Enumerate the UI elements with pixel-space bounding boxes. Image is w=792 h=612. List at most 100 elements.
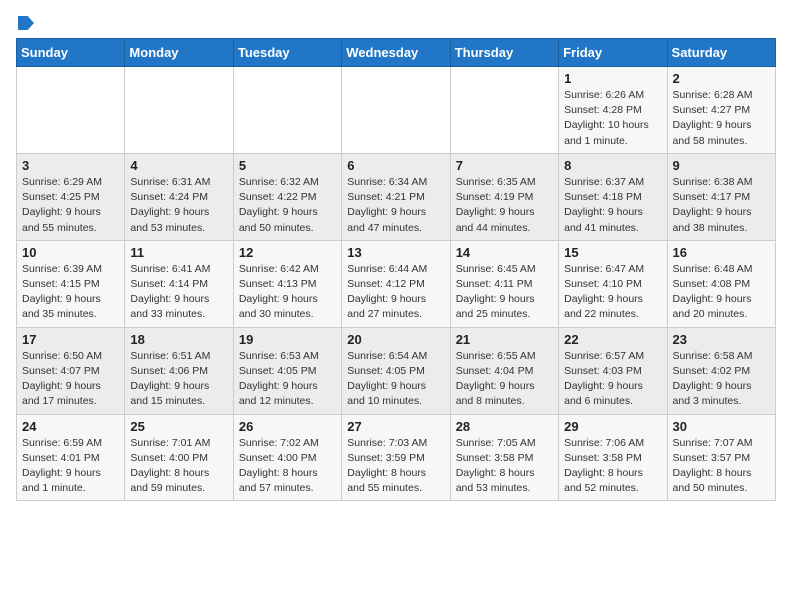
calendar-table: SundayMondayTuesdayWednesdayThursdayFrid… [16,38,776,501]
day-info: Sunrise: 6:48 AM Sunset: 4:08 PM Dayligh… [673,262,770,323]
day-number: 7 [456,158,553,173]
calendar-week-row: 24 Sunrise: 6:59 AM Sunset: 4:01 PM Dayli… [17,414,776,501]
day-info: Sunrise: 7:01 AM Sunset: 4:00 PM Dayligh… [130,436,227,497]
day-number: 24 [22,419,119,434]
day-number: 25 [130,419,227,434]
day-number: 1 [564,71,661,86]
calendar-cell: 5 Sunrise: 6:32 AM Sunset: 4:22 PM Daylig… [233,153,341,240]
calendar-cell: 22Sunrise: 6:57 AM Sunset: 4:03 PM Dayli… [559,327,667,414]
day-info: Sunrise: 7:03 AM Sunset: 3:59 PM Dayligh… [347,436,444,497]
calendar-header: SundayMondayTuesdayWednesdayThursdayFrid… [17,39,776,67]
day-number: 20 [347,332,444,347]
calendar-cell: 6 Sunrise: 6:34 AM Sunset: 4:21 PM Daylig… [342,153,450,240]
calendar-cell: 19 Sunrise: 6:53 AM Sunset: 4:05 PM Dayli… [233,327,341,414]
day-info: Sunrise: 6:57 AM Sunset: 4:03 PM Dayligh… [564,349,661,410]
calendar-cell: 23 Sunrise: 6:58 AM Sunset: 4:02 PM Dayli… [667,327,775,414]
day-info: Sunrise: 6:37 AM Sunset: 4:18 PM Dayligh… [564,175,661,236]
weekday-header: Sunday [17,39,125,67]
logo-icon [18,16,34,30]
day-number: 28 [456,419,553,434]
calendar-cell: 17 Sunrise: 6:50 AM Sunset: 4:07 PM Dayli… [17,327,125,414]
day-info: Sunrise: 6:34 AM Sunset: 4:21 PM Dayligh… [347,175,444,236]
calendar-cell: 7 Sunrise: 6:35 AM Sunset: 4:19 PM Daylig… [450,153,558,240]
day-info: Sunrise: 6:59 AM Sunset: 4:01 PM Dayligh… [22,436,119,497]
day-number: 13 [347,245,444,260]
calendar-cell: 1 Sunrise: 6:26 AM Sunset: 4:28 PM Daylig… [559,67,667,154]
calendar-cell: 15 Sunrise: 6:47 AM Sunset: 4:10 PM Dayli… [559,240,667,327]
day-number: 5 [239,158,336,173]
weekday-header: Wednesday [342,39,450,67]
day-info: Sunrise: 6:29 AM Sunset: 4:25 PM Dayligh… [22,175,119,236]
calendar-cell [233,67,341,154]
day-info: Sunrise: 6:28 AM Sunset: 4:27 PM Dayligh… [673,88,770,149]
weekday-header: Thursday [450,39,558,67]
day-number: 14 [456,245,553,260]
day-number: 21 [456,332,553,347]
day-number: 23 [673,332,770,347]
calendar-cell: 24 Sunrise: 6:59 AM Sunset: 4:01 PM Dayli… [17,414,125,501]
calendar-cell: 13 Sunrise: 6:44 AM Sunset: 4:12 PM Dayli… [342,240,450,327]
calendar-cell: 28 Sunrise: 7:05 AM Sunset: 3:58 PM Dayli… [450,414,558,501]
logo [16,16,34,30]
calendar-cell: 25 Sunrise: 7:01 AM Sunset: 4:00 PM Dayli… [125,414,233,501]
calendar-cell: 12Sunrise: 6:42 AM Sunset: 4:13 PM Dayli… [233,240,341,327]
day-number: 30 [673,419,770,434]
day-number: 29 [564,419,661,434]
day-info: Sunrise: 6:55 AM Sunset: 4:04 PM Dayligh… [456,349,553,410]
day-number: 4 [130,158,227,173]
day-info: Sunrise: 6:44 AM Sunset: 4:12 PM Dayligh… [347,262,444,323]
calendar-cell: 4Sunrise: 6:31 AM Sunset: 4:24 PM Daylig… [125,153,233,240]
day-info: Sunrise: 7:06 AM Sunset: 3:58 PM Dayligh… [564,436,661,497]
day-info: Sunrise: 6:39 AM Sunset: 4:15 PM Dayligh… [22,262,119,323]
day-number: 3 [22,158,119,173]
calendar-cell: 26 Sunrise: 7:02 AM Sunset: 4:00 PM Dayli… [233,414,341,501]
calendar-cell: 2 Sunrise: 6:28 AM Sunset: 4:27 PM Daylig… [667,67,775,154]
day-info: Sunrise: 7:02 AM Sunset: 4:00 PM Dayligh… [239,436,336,497]
day-number: 27 [347,419,444,434]
day-info: Sunrise: 6:53 AM Sunset: 4:05 PM Dayligh… [239,349,336,410]
day-number: 2 [673,71,770,86]
day-info: Sunrise: 6:45 AM Sunset: 4:11 PM Dayligh… [456,262,553,323]
calendar-cell: 3 Sunrise: 6:29 AM Sunset: 4:25 PM Daylig… [17,153,125,240]
calendar-cell: 30Sunrise: 7:07 AM Sunset: 3:57 PM Dayli… [667,414,775,501]
calendar-cell: 29 Sunrise: 7:06 AM Sunset: 3:58 PM Dayli… [559,414,667,501]
day-number: 26 [239,419,336,434]
day-info: Sunrise: 6:38 AM Sunset: 4:17 PM Dayligh… [673,175,770,236]
calendar-cell: 16 Sunrise: 6:48 AM Sunset: 4:08 PM Dayli… [667,240,775,327]
calendar-week-row: 10 Sunrise: 6:39 AM Sunset: 4:15 PM Dayli… [17,240,776,327]
day-info: Sunrise: 6:41 AM Sunset: 4:14 PM Dayligh… [130,262,227,323]
day-info: Sunrise: 6:32 AM Sunset: 4:22 PM Dayligh… [239,175,336,236]
calendar-cell [17,67,125,154]
calendar-week-row: 1 Sunrise: 6:26 AM Sunset: 4:28 PM Daylig… [17,67,776,154]
calendar-cell: 8Sunrise: 6:37 AM Sunset: 4:18 PM Daylig… [559,153,667,240]
calendar-cell: 27 Sunrise: 7:03 AM Sunset: 3:59 PM Dayli… [342,414,450,501]
calendar-cell: 9 Sunrise: 6:38 AM Sunset: 4:17 PM Daylig… [667,153,775,240]
page-header [16,16,776,30]
day-info: Sunrise: 6:51 AM Sunset: 4:06 PM Dayligh… [130,349,227,410]
day-info: Sunrise: 7:05 AM Sunset: 3:58 PM Dayligh… [456,436,553,497]
calendar-cell [125,67,233,154]
weekday-header: Tuesday [233,39,341,67]
day-info: Sunrise: 6:58 AM Sunset: 4:02 PM Dayligh… [673,349,770,410]
calendar-cell [342,67,450,154]
day-number: 6 [347,158,444,173]
day-number: 10 [22,245,119,260]
day-number: 11 [130,245,227,260]
day-info: Sunrise: 6:35 AM Sunset: 4:19 PM Dayligh… [456,175,553,236]
day-info: Sunrise: 6:50 AM Sunset: 4:07 PM Dayligh… [22,349,119,410]
day-number: 15 [564,245,661,260]
weekday-header: Monday [125,39,233,67]
calendar-cell [450,67,558,154]
day-info: Sunrise: 6:42 AM Sunset: 4:13 PM Dayligh… [239,262,336,323]
calendar-cell: 10 Sunrise: 6:39 AM Sunset: 4:15 PM Dayli… [17,240,125,327]
day-info: Sunrise: 6:47 AM Sunset: 4:10 PM Dayligh… [564,262,661,323]
day-info: Sunrise: 6:26 AM Sunset: 4:28 PM Dayligh… [564,88,661,149]
day-number: 9 [673,158,770,173]
day-number: 17 [22,332,119,347]
calendar-cell: 18Sunrise: 6:51 AM Sunset: 4:06 PM Dayli… [125,327,233,414]
calendar-cell: 14 Sunrise: 6:45 AM Sunset: 4:11 PM Dayli… [450,240,558,327]
calendar-week-row: 3 Sunrise: 6:29 AM Sunset: 4:25 PM Daylig… [17,153,776,240]
day-number: 19 [239,332,336,347]
day-number: 16 [673,245,770,260]
calendar-cell: 21 Sunrise: 6:55 AM Sunset: 4:04 PM Dayli… [450,327,558,414]
